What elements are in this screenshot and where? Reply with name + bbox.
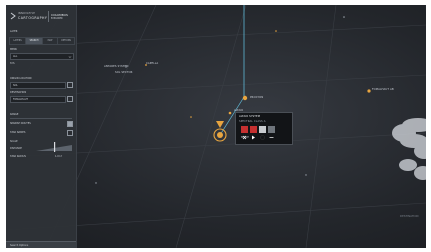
more-icon <box>269 137 274 138</box>
slider-handle <box>54 142 56 152</box>
pin-icon <box>216 121 224 128</box>
star-marker <box>367 89 371 93</box>
distance-slider[interactable] <box>36 142 72 152</box>
more-button[interactable] <box>268 126 275 138</box>
option2-checkbox[interactable] <box>67 130 73 136</box>
select-value: ALL <box>13 55 18 58</box>
tab-options[interactable]: OPTIONS <box>57 37 75 45</box>
star-marker <box>275 30 277 32</box>
screenshot-frame: ANTARES SYSTEM CAPELLA SOL SECTOR PROCYO… <box>0 0 431 252</box>
origin-clear-button[interactable] <box>67 82 73 88</box>
destination-clear-button[interactable] <box>67 96 73 102</box>
option1-checkbox[interactable] <box>67 121 73 127</box>
input-value: FOMALHAUT <box>13 98 28 101</box>
sidebar-footer[interactable]: Search Options <box>6 241 76 248</box>
star-info-popup: ALTAIR SYSTEM SPECTRAL CLASS A MOVE <box>235 112 293 145</box>
map-label: ANTARES SYSTEM <box>104 65 129 68</box>
field-label: DESTINATION <box>10 91 27 94</box>
size-value: 1.0 LY <box>55 155 63 158</box>
field-label: STAR RADIUS <box>10 155 26 158</box>
field-label: SYS <box>10 62 15 65</box>
map-label: PROCYON <box>250 96 264 99</box>
info-button[interactable] <box>259 126 266 140</box>
go-button[interactable] <box>250 126 257 140</box>
chevron-down-icon <box>68 55 72 58</box>
star-marker <box>228 111 232 115</box>
origin-input[interactable]: SOL <box>10 82 66 89</box>
map-label: FOMALHAUT AB <box>372 88 394 91</box>
tab-map[interactable]: MAP <box>42 37 58 45</box>
tab-search[interactable]: SEARCH <box>25 37 43 45</box>
popup-subtitle: SPECTRAL CLASS A <box>239 120 266 123</box>
info-icon <box>260 135 265 140</box>
control-sidebar: INNOVATIVE CARTOGRAPHY COLUMBUS EXPLORER… <box>6 5 77 248</box>
popup-action: MOVE <box>241 136 250 139</box>
field-label: DISTANCE <box>10 147 22 150</box>
star-map-app: ANTARES SYSTEM CAPELLA SOL SECTOR PROCYO… <box>6 5 426 248</box>
logo-text: CARTOGRAPHY <box>18 16 48 20</box>
go-icon <box>252 135 255 140</box>
field-label: RANGE <box>10 113 19 116</box>
section-header: LAYER <box>10 30 18 33</box>
selected-star-marker <box>213 121 227 142</box>
close-button[interactable] <box>241 126 248 140</box>
input-value: SOL <box>13 84 18 87</box>
destination-input[interactable]: FOMALHAUT <box>10 96 66 103</box>
map-label: SOL SECTOR <box>115 71 133 74</box>
map-label: CAPELLA <box>146 62 159 65</box>
field-label: MENU <box>10 48 18 51</box>
filter-select[interactable]: ALL <box>10 53 74 60</box>
app-subtitle: EXPLORER <box>51 17 63 20</box>
field-label: SCALE <box>10 140 18 143</box>
logo-text: INNOVATIVE <box>18 12 36 15</box>
option-label: STAR NAMES <box>10 131 26 134</box>
nebula-cloud <box>392 118 426 180</box>
logo-icon <box>10 12 16 20</box>
tab-layers[interactable]: LAYERS <box>9 37 26 45</box>
field-label: ORIGIN LOCATION <box>10 77 32 80</box>
star-marker <box>242 95 248 101</box>
footer-label: Search Options <box>10 244 29 247</box>
divider <box>48 11 49 22</box>
map-label: DESTINATION <box>400 215 419 218</box>
popup-title: ALTAIR SYSTEM <box>239 115 261 118</box>
divider <box>10 118 72 119</box>
option-label: SPANISH ROUTES <box>10 122 31 125</box>
star-marker <box>190 116 192 118</box>
